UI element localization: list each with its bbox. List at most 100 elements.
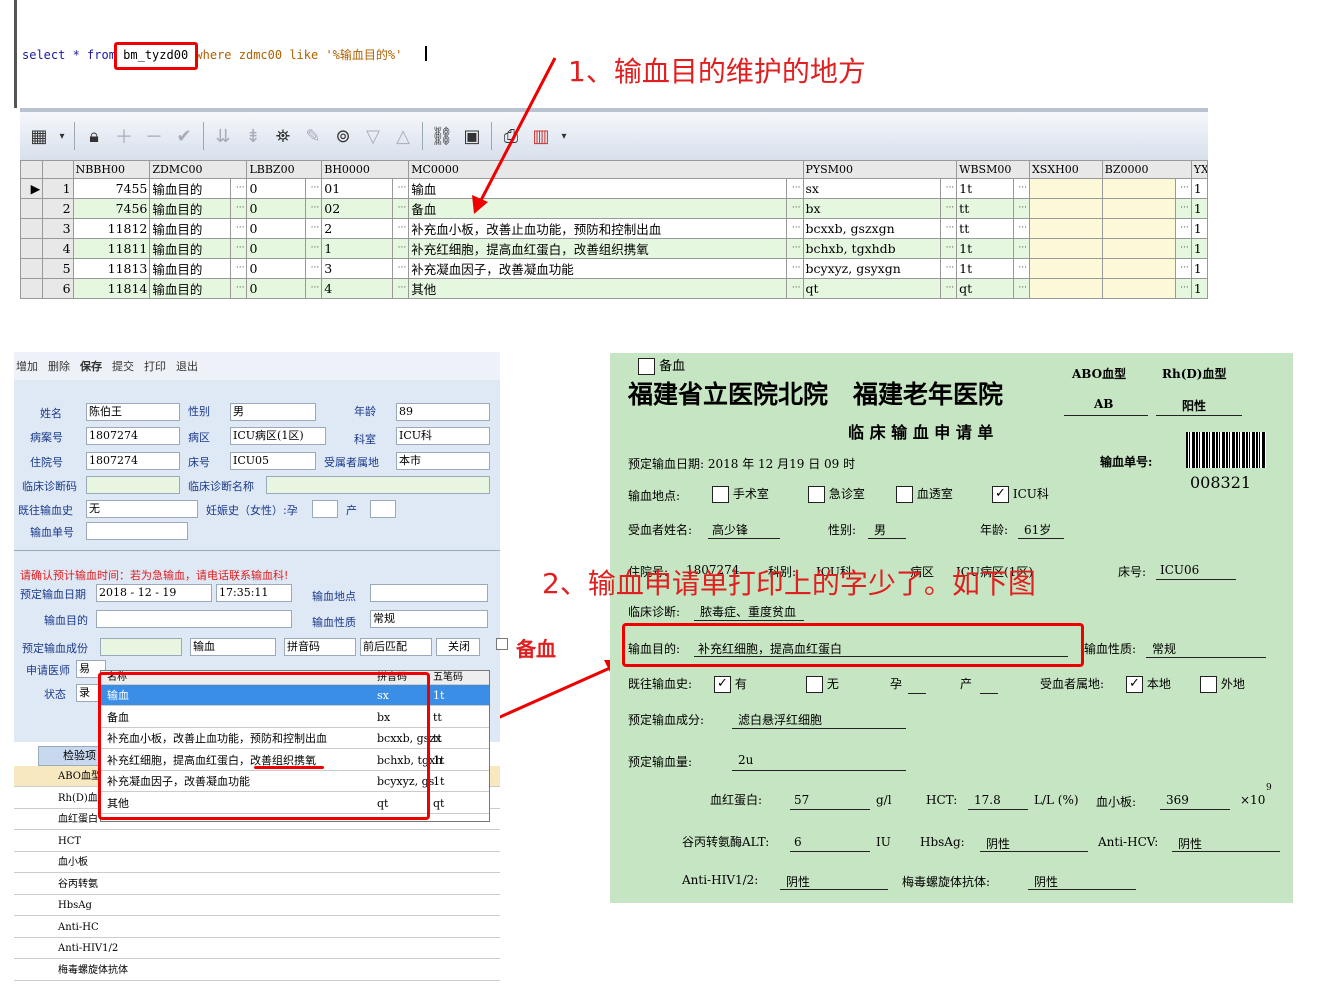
nature-label: 输血性质:: [1084, 642, 1137, 656]
hct-label: HCT:: [926, 793, 958, 807]
backup-label: 备血: [516, 637, 556, 661]
form-title: 临 床 输 血 申 请 单: [848, 423, 994, 442]
order-label: 输血单号:: [1100, 455, 1153, 469]
diag-code-field[interactable]: [86, 476, 180, 494]
list-item[interactable]: HbsAg: [14, 895, 500, 916]
amount-label: 预定输血量:: [628, 755, 693, 769]
hct-value: 17.8: [974, 793, 1001, 807]
nature-select[interactable]: 常规: [370, 610, 488, 628]
rh-value: 阳性: [1182, 399, 1207, 413]
arrow-1-line: [476, 57, 557, 207]
place-option: ICU科: [1012, 487, 1049, 501]
purpose-label: 输血目的: [44, 614, 88, 627]
bed-value: ICU06: [1160, 563, 1200, 577]
status-label: 状态: [44, 688, 66, 701]
history-label: 既往输血史:: [628, 677, 693, 691]
inpatient-field[interactable]: 1807274: [86, 452, 180, 470]
origin-local: 本地: [1146, 677, 1171, 691]
diag-name-field[interactable]: [266, 476, 490, 494]
birth-label: 产: [960, 677, 973, 691]
plt-value: 369: [1166, 793, 1189, 807]
history-select[interactable]: 无: [86, 500, 198, 518]
dropdown-highlight: [98, 672, 430, 820]
submit-button[interactable]: 提交: [112, 358, 134, 374]
sex-value: 男: [874, 523, 887, 537]
place-option: 血透室: [916, 487, 953, 501]
print-button[interactable]: 打印: [144, 358, 166, 374]
dept-field[interactable]: ICU科: [396, 427, 490, 445]
patient-label: 受血者姓名:: [628, 523, 693, 537]
place-option: 急诊室: [828, 487, 865, 501]
warning-text: 请确认预计输血时间：若为急输血，请电话联系输血科!: [20, 569, 289, 582]
order-no-label: 输血单号: [30, 526, 74, 539]
date-picker[interactable]: 2018 - 12 - 19: [96, 584, 212, 602]
annotation-2: 2、输血申请单打印上的字少了。如下图: [542, 567, 1036, 600]
alt-value: 6: [794, 835, 802, 849]
age-label: 年龄: [354, 405, 376, 418]
name-field[interactable]: 陈伯王: [86, 403, 180, 421]
close-button[interactable]: 关闭: [436, 638, 480, 656]
bed-label: 床号:: [1118, 565, 1147, 579]
diag-label: 临床诊断:: [628, 605, 681, 619]
place-select[interactable]: [370, 584, 488, 602]
list-item[interactable]: Anti-HC: [14, 917, 500, 938]
age-value: 61岁: [1024, 523, 1052, 537]
delete-button[interactable]: 删除: [48, 358, 70, 374]
bed-field[interactable]: ICU05: [230, 452, 316, 470]
list-item[interactable]: Anti-HIV1/2: [14, 938, 500, 959]
time-picker[interactable]: 17:35:11: [216, 584, 292, 602]
form-toolbar: 增加 删除 保存 提交 打印 退出: [14, 352, 500, 380]
name-label: 姓名: [40, 407, 62, 420]
plt-label: 血小板:: [1096, 795, 1137, 809]
age-field[interactable]: 89: [396, 403, 490, 421]
ward-field[interactable]: ICU病区(1区): [230, 427, 326, 445]
list-item[interactable]: 血小板: [14, 852, 500, 873]
history-no: 无: [826, 677, 839, 691]
hospital-name: 福建省立医院北院 福建老年医院: [628, 380, 1004, 409]
rh-label: Rh(D)血型: [1162, 367, 1227, 381]
ward-label: 病区: [188, 431, 210, 444]
nature-label: 输血性质: [312, 616, 356, 629]
backup-checkbox[interactable]: [496, 638, 508, 650]
backup-print-label: 备血: [659, 359, 686, 374]
order-no-field[interactable]: [86, 522, 188, 540]
history-yes: 有: [734, 677, 747, 691]
patient-name: 高少锋: [712, 523, 749, 537]
hbs-value: 阴性: [986, 837, 1011, 851]
hcv-label: Anti-HCV:: [1098, 835, 1159, 849]
amount-value: 2u: [738, 753, 754, 767]
list-item[interactable]: 谷丙转氨: [14, 874, 500, 895]
component-label: 预定输血成份: [22, 642, 88, 655]
underline-mark: [254, 766, 324, 769]
origin-label: 受血者属地:: [1040, 677, 1105, 691]
component-label: 预定输血成分:: [628, 713, 705, 727]
save-button[interactable]: 保存: [80, 358, 102, 374]
diag-name-label: 临床诊断名称: [188, 480, 254, 493]
history-label: 既往输血史: [18, 504, 73, 517]
abo-label: ABO血型: [1072, 367, 1127, 381]
pinyin-select[interactable]: 拼音码: [284, 638, 356, 656]
exit-button[interactable]: 退出: [176, 358, 198, 374]
sex-field[interactable]: 男: [230, 403, 316, 421]
hb-label: 血红蛋白:: [710, 793, 763, 807]
match-select[interactable]: 前后匹配: [360, 638, 432, 656]
birth-field[interactable]: [370, 500, 396, 518]
case-field[interactable]: 1807274: [86, 427, 180, 445]
nature-value: 常规: [1152, 642, 1177, 656]
diag-code-label: 临床诊断码: [22, 480, 77, 493]
origin-other: 外地: [1220, 677, 1245, 691]
plt-unit: ×10: [1240, 793, 1266, 807]
add-button[interactable]: 增加: [16, 358, 38, 374]
barcode-image: [1186, 432, 1266, 468]
list-item[interactable]: HCT: [14, 831, 500, 852]
syph-value: 阴性: [1034, 875, 1059, 889]
component-search-input[interactable]: 输血: [190, 638, 276, 656]
purpose-field[interactable]: [96, 610, 292, 628]
diag-value: 脓毒症、重度贫血: [700, 605, 797, 619]
pregnancy-field[interactable]: [312, 500, 338, 518]
pregnancy-label: 妊娠史（女性）:孕: [206, 504, 298, 517]
list-item[interactable]: 梅毒螺旋体抗体: [14, 960, 500, 981]
sex-label: 性别: [188, 405, 210, 418]
origin-select[interactable]: 本市: [396, 452, 490, 470]
component-field[interactable]: [100, 638, 182, 656]
